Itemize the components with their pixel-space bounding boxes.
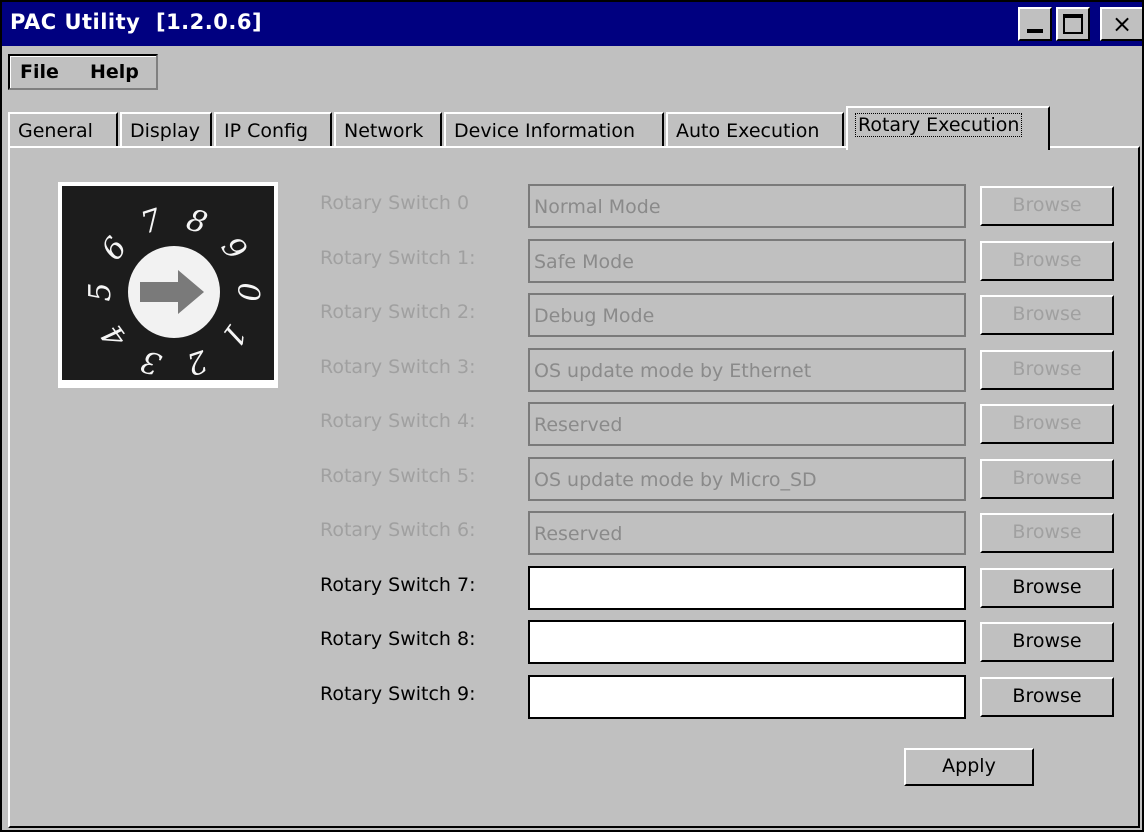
dial-number-6: 6 bbox=[95, 231, 135, 267]
maximize-button[interactable] bbox=[1056, 7, 1090, 41]
rotary-switch-0-browse-button: Browse bbox=[980, 186, 1114, 226]
title-bar[interactable]: PAC Utility [1.2.0.6] × bbox=[2, 2, 1142, 46]
rotary-switch-7-browse-button[interactable]: Browse bbox=[980, 567, 1114, 608]
rotary-switch-8-browse-button[interactable]: Browse bbox=[980, 622, 1114, 662]
rotary-switch-2-browse-button: Browse bbox=[980, 295, 1114, 335]
dial-number-0: 0 bbox=[230, 282, 265, 301]
rotary-switch-2-label: Rotary Switch 2: bbox=[320, 301, 476, 323]
dial-number-9: 9 bbox=[214, 231, 254, 267]
rotary-switch-4-browse-button: Browse bbox=[980, 404, 1114, 444]
tab-network[interactable]: Network bbox=[334, 112, 442, 148]
close-icon: × bbox=[1112, 10, 1133, 38]
tab-display[interactable]: Display bbox=[120, 112, 212, 148]
rotary-switch-8-label: Rotary Switch 8: bbox=[320, 628, 476, 650]
rotary-switch-1-label: Rotary Switch 1: bbox=[320, 246, 476, 269]
rotary-switch-9-label: Rotary Switch 9: bbox=[320, 682, 476, 705]
tab-label: Device Information bbox=[454, 120, 636, 142]
apply-button[interactable]: Apply bbox=[904, 748, 1034, 786]
menu-bar: File Help bbox=[8, 54, 158, 90]
dial-number-5: 5 bbox=[83, 282, 118, 301]
dial-number-4: 4 bbox=[95, 317, 135, 354]
rotary-switch-0-field: Normal Mode bbox=[528, 184, 966, 228]
menu-file[interactable]: File bbox=[20, 61, 59, 83]
rotary-switch-1-browse-button: Browse bbox=[980, 240, 1114, 281]
minimize-icon bbox=[1027, 29, 1043, 33]
tab-strip: General Display IP Config Network Device Inf… bbox=[8, 106, 1140, 150]
rotary-switch-0-label: Rotary Switch 0 bbox=[320, 192, 470, 214]
rotary-switch-6-browse-button: Browse bbox=[980, 513, 1114, 553]
dial-number-1: 1 bbox=[214, 317, 254, 353]
rotary-switch-3-label: Rotary Switch 3: bbox=[320, 355, 476, 378]
rotary-switch-image: 0 1234 5 6789 bbox=[58, 182, 278, 388]
rotary-switch-7-label: Rotary Switch 7: bbox=[320, 573, 476, 596]
rotary-switch-3-field: OS update mode by Ethernet bbox=[528, 347, 966, 392]
tab-label: Rotary Execution bbox=[854, 113, 1023, 137]
tab-label: General bbox=[18, 120, 93, 142]
rotary-switch-3-browse-button: Browse bbox=[980, 349, 1114, 390]
rotary-switch-6-field: Reserved bbox=[528, 511, 966, 555]
tab-label: Display bbox=[130, 120, 201, 142]
dial-number-8: 8 bbox=[182, 202, 211, 241]
rotary-dial-graphic: 0 1234 5 67 89 bbox=[83, 202, 265, 381]
tab-label: Network bbox=[344, 120, 424, 142]
tab-device-information[interactable]: Device Information bbox=[444, 112, 664, 148]
rotary-switch-5-field: OS update mode by Micro_SD bbox=[528, 456, 966, 501]
tab-auto-execution[interactable]: Auto Execution bbox=[666, 112, 844, 148]
close-button[interactable]: × bbox=[1100, 7, 1142, 41]
window-title: PAC Utility [1.2.0.6] bbox=[10, 10, 263, 34]
tab-ip-config[interactable]: IP Config bbox=[214, 112, 332, 148]
dial-number-7: 7 bbox=[137, 202, 167, 241]
rotary-switch-5-browse-button: Browse bbox=[980, 458, 1114, 499]
rotary-switch-6-label: Rotary Switch 6: bbox=[320, 519, 476, 541]
maximize-icon bbox=[1063, 14, 1083, 34]
rotary-switch-1-field: Safe Mode bbox=[528, 238, 966, 283]
rotary-switch-5-label: Rotary Switch 5: bbox=[320, 464, 476, 487]
menu-help[interactable]: Help bbox=[90, 61, 139, 83]
rotary-switch-4-field: Reserved bbox=[528, 402, 966, 446]
tab-label: IP Config bbox=[224, 120, 309, 142]
rotary-switch-9-field[interactable] bbox=[528, 674, 966, 719]
app-window: PAC Utility [1.2.0.6] × File Help Genera… bbox=[0, 0, 1144, 832]
dial-number-2: 2 bbox=[182, 342, 212, 380]
tab-label: Auto Execution bbox=[676, 120, 820, 142]
minimize-button[interactable] bbox=[1018, 7, 1052, 41]
dial-number-3: 3 bbox=[137, 342, 166, 380]
rotary-switch-icon: 0 1234 5 6789 bbox=[62, 186, 274, 382]
rotary-switch-7-field[interactable] bbox=[528, 565, 966, 610]
rotary-switch-8-field[interactable] bbox=[528, 620, 966, 664]
rotary-switch-2-field: Debug Mode bbox=[528, 293, 966, 337]
tab-rotary-execution[interactable]: Rotary Execution bbox=[846, 106, 1050, 150]
rotary-switch-9-browse-button[interactable]: Browse bbox=[980, 676, 1114, 717]
tab-general[interactable]: General bbox=[8, 112, 118, 148]
rotary-switch-4-label: Rotary Switch 4: bbox=[320, 410, 476, 432]
